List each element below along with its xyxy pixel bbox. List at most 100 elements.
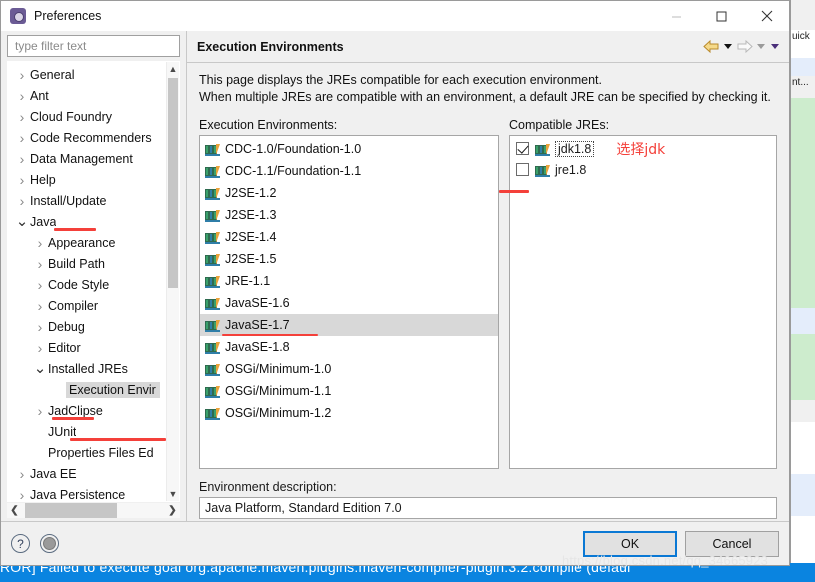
sidebar-item-java-persistence[interactable]: › Java Persistence	[8, 484, 166, 502]
chevron-right-icon[interactable]: ›	[14, 467, 30, 481]
back-history-chevron-down-icon[interactable]	[722, 39, 734, 55]
search-input[interactable]	[13, 38, 174, 54]
sidebar-item-build-path[interactable]: › Build Path	[8, 253, 166, 274]
list-item[interactable]: jdk1.8 选择jdk	[510, 138, 776, 159]
environment-description-label: Environment description:	[199, 480, 337, 494]
environment-description-value: Java Platform, Standard Edition 7.0	[205, 501, 402, 515]
jre-default-checkbox[interactable]	[516, 163, 529, 176]
background-view-tab	[791, 474, 815, 492]
list-item[interactable]: JavaSE-1.6	[200, 292, 498, 314]
list-item[interactable]: J2SE-1.3	[200, 204, 498, 226]
sidebar-item-cloud-foundry[interactable]: › Cloud Foundry	[8, 106, 166, 127]
chevron-down-icon[interactable]: ⌄	[14, 214, 30, 229]
list-item[interactable]: J2SE-1.2	[200, 182, 498, 204]
annotation-underline-execution-env	[70, 438, 166, 441]
sidebar-item-appearance[interactable]: › Appearance	[8, 232, 166, 253]
execution-environment-name: JavaSE-1.8	[225, 340, 290, 354]
list-item[interactable]: J2SE-1.4	[200, 226, 498, 248]
forward-history-chevron-down-icon	[755, 39, 767, 55]
chevron-right-icon[interactable]: ›	[32, 278, 48, 292]
chevron-right-icon[interactable]: ›	[32, 341, 48, 355]
jre-name: jre1.8	[555, 162, 587, 177]
preferences-sidebar: ›General›Ant›Cloud Foundry›Code Recommen…	[1, 31, 186, 521]
tree-scroll-thumb[interactable]	[168, 78, 178, 288]
tree-vertical-scrollbar[interactable]: ▲ ▼	[166, 62, 179, 501]
sidebar-item-data-management[interactable]: › Data Management	[8, 148, 166, 169]
sidebar-item-compiler[interactable]: › Compiler	[8, 295, 166, 316]
list-item[interactable]: jre1.8	[510, 159, 776, 180]
chevron-right-icon[interactable]: ›	[14, 194, 30, 208]
chevron-right-icon[interactable]: ›	[14, 152, 30, 166]
sidebar-item-label: General	[30, 67, 75, 82]
chevron-right-icon[interactable]: ›	[32, 299, 48, 313]
chevron-right-icon[interactable]: ›	[14, 131, 30, 145]
execution-environment-icon	[205, 296, 221, 310]
sidebar-item-code-recommenders[interactable]: › Code Recommenders	[8, 127, 166, 148]
sidebar-item-editor[interactable]: › Editor	[8, 337, 166, 358]
sidebar-item-properties-files-ed[interactable]: Properties Files Ed	[8, 442, 166, 463]
minimize-button[interactable]	[654, 1, 699, 31]
forward-arrow-icon	[736, 39, 753, 54]
sidebar-item-ant[interactable]: › Ant	[8, 85, 166, 106]
scroll-down-icon[interactable]: ▼	[167, 487, 179, 501]
hscroll-thumb[interactable]	[25, 503, 117, 518]
back-arrow-icon[interactable]	[703, 39, 720, 54]
background-tab-strip	[791, 58, 815, 76]
scroll-up-icon[interactable]: ▲	[167, 62, 179, 76]
background-editor-green-1	[791, 98, 815, 308]
compatible-jres-list[interactable]: jdk1.8 选择jdk jre1.8	[509, 135, 777, 469]
preferences-page: Execution Environments This page display…	[186, 31, 789, 521]
chevron-right-icon[interactable]: ›	[14, 89, 30, 103]
chevron-right-icon[interactable]: ›	[14, 488, 30, 502]
preferences-dialog: Preferences ›General›Ant›Cloud Foundry›C…	[0, 0, 790, 566]
sidebar-item-label: Debug	[48, 319, 85, 334]
close-button[interactable]	[744, 1, 789, 31]
execution-environment-name: J2SE-1.3	[225, 208, 277, 222]
execution-environments-list[interactable]: CDC-1.0/Foundation-1.0 CDC-1.1/Foundation…	[199, 135, 499, 469]
help-question-icon[interactable]: ?	[11, 534, 30, 553]
list-item[interactable]: OSGi/Minimum-1.0	[200, 358, 498, 380]
sidebar-item-execution-envir[interactable]: Execution Envir	[8, 379, 166, 400]
view-menu-chevron-down-icon[interactable]	[769, 39, 781, 55]
preferences-tree-list[interactable]: › General › Ant › Cloud Foundry › Code Recommen…	[8, 62, 166, 501]
tree-horizontal-scrollbar[interactable]: ❮ ❯	[7, 503, 180, 518]
list-item[interactable]: CDC-1.1/Foundation-1.1	[200, 160, 498, 182]
apply-circle-icon[interactable]	[40, 534, 59, 553]
list-item[interactable]: OSGi/Minimum-1.2	[200, 402, 498, 424]
list-item[interactable]: JavaSE-1.8	[200, 336, 498, 358]
sidebar-item-label: JadClipse	[48, 403, 103, 418]
list-item[interactable]: CDC-1.0/Foundation-1.0	[200, 138, 498, 160]
chevron-right-icon[interactable]: ›	[14, 173, 30, 187]
sidebar-item-help[interactable]: › Help	[8, 169, 166, 190]
compatible-jres-label: Compatible JREs:	[509, 118, 610, 132]
chevron-right-icon[interactable]: ›	[14, 68, 30, 82]
scroll-left-icon[interactable]: ❮	[7, 505, 22, 516]
jre-default-checkbox[interactable]	[516, 142, 529, 155]
sidebar-item-debug[interactable]: › Debug	[8, 316, 166, 337]
sidebar-item-java-ee[interactable]: › Java EE	[8, 463, 166, 484]
hscroll-track[interactable]	[22, 503, 165, 518]
sidebar-item-install-update[interactable]: › Install/Update	[8, 190, 166, 211]
chevron-right-icon[interactable]: ›	[32, 257, 48, 271]
list-item[interactable]: JRE-1.1	[200, 270, 498, 292]
chevron-right-icon[interactable]: ›	[32, 236, 48, 250]
filter-box[interactable]	[7, 35, 180, 57]
sidebar-item-general[interactable]: › General	[8, 64, 166, 85]
sidebar-item-installed-jres[interactable]: ⌄ Installed JREs	[8, 358, 166, 379]
list-item[interactable]: OSGi/Minimum-1.1	[200, 380, 498, 402]
chevron-right-icon[interactable]: ›	[32, 320, 48, 334]
sidebar-item-code-style[interactable]: › Code Style	[8, 274, 166, 295]
execution-environment-name: CDC-1.0/Foundation-1.0	[225, 142, 362, 156]
chevron-right-icon[interactable]: ›	[32, 404, 48, 418]
jre-icon	[535, 163, 551, 177]
execution-environment-name: JavaSE-1.7	[225, 318, 290, 332]
execution-environment-name: OSGi/Minimum-1.1	[225, 384, 332, 398]
list-item[interactable]: JavaSE-1.7	[200, 314, 498, 336]
scroll-right-icon[interactable]: ❯	[165, 505, 180, 516]
chevron-right-icon[interactable]: ›	[14, 110, 30, 124]
maximize-button[interactable]	[699, 1, 744, 31]
annotation-underline-java	[54, 228, 96, 231]
sidebar-item-label: Execution Envir	[66, 381, 160, 398]
chevron-down-icon[interactable]: ⌄	[32, 361, 48, 376]
list-item[interactable]: J2SE-1.5	[200, 248, 498, 270]
